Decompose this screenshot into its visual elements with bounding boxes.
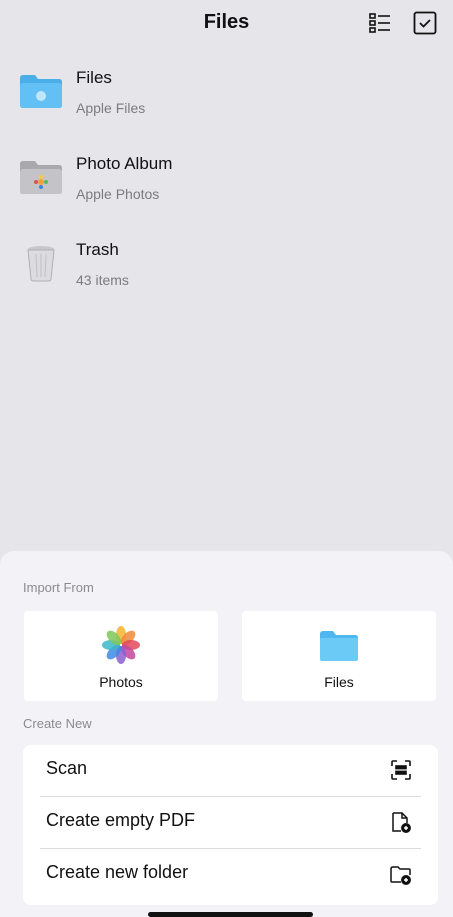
import-section-label: Import From [23,580,94,595]
blue-folder-icon [20,75,62,108]
import-files-button[interactable]: Files [242,611,436,701]
import-option-label: Photos [99,674,143,690]
location-subtitle: Apple Photos [76,186,160,202]
list-view-button[interactable] [368,11,392,35]
scan-icon [391,760,411,780]
create-option-label: Create new folder [46,862,189,882]
photos-flower-icon [102,626,140,664]
new-folder-icon [390,866,411,885]
location-row-trash[interactable]: Trash 43 items [0,234,453,320]
location-title: Files [76,68,112,87]
navigation-bar: Files [0,0,453,48]
location-title: Trash [76,240,119,259]
create-option-label: Scan [46,758,88,778]
location-row-files[interactable]: Files Apple Files [0,62,453,148]
import-photos-button[interactable]: Photos [24,611,218,701]
home-indicator [148,912,313,917]
folder-icon [320,631,358,661]
photo-album-folder-icon [20,161,62,194]
create-new-folder-option[interactable]: Create new folder [23,849,438,900]
select-button[interactable] [413,11,437,35]
action-sheet: Import From Photos Files Create New Scan [0,551,453,917]
new-document-icon [392,812,411,833]
import-option-label: Files [324,674,354,690]
trash-bin-icon [27,246,55,282]
create-option-label: Create empty PDF [46,810,196,830]
location-title: Photo Album [76,154,173,173]
scan-option[interactable]: Scan [23,745,438,796]
create-options-card: Scan Create empty PDF Create new folder [23,745,438,905]
location-subtitle: Apple Files [76,100,146,116]
location-subtitle: 43 items [76,272,129,288]
location-row-photo-album[interactable]: Photo Album Apple Photos [0,148,453,234]
create-empty-pdf-option[interactable]: Create empty PDF [23,797,438,848]
list-view-icon [369,13,390,33]
create-section-label: Create New [23,716,92,731]
checkbox-icon [413,11,437,35]
